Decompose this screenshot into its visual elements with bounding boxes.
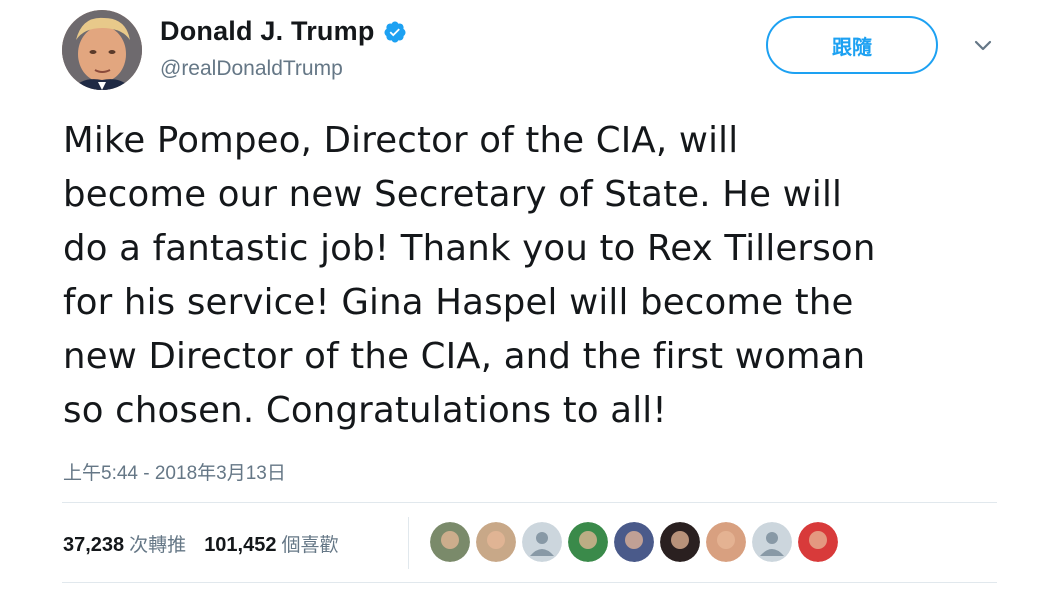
- tweet-stats: 37,238 次轉推 101,452 個喜歡: [63, 530, 357, 557]
- liker-avatar[interactable]: [660, 522, 700, 562]
- retweets-label[interactable]: 次轉推: [129, 530, 186, 557]
- tweet-text-line: new Director of the CIA, and the first w…: [63, 336, 866, 377]
- liker-avatar[interactable]: [568, 522, 608, 562]
- divider: [62, 582, 997, 583]
- author-name-row[interactable]: Donald J. Trump: [160, 16, 407, 47]
- author-avatar[interactable]: [62, 10, 142, 90]
- liker-avatar[interactable]: [798, 522, 838, 562]
- tweet-text: Mike Pompeo, Director of the CIA, will b…: [63, 114, 1023, 438]
- liker-avatar-default[interactable]: [752, 522, 792, 562]
- likes-count[interactable]: 101,452: [204, 534, 276, 557]
- liker-avatar[interactable]: [706, 522, 746, 562]
- tweet-text-line: do a fantastic job! Thank you to Rex Til…: [63, 228, 876, 269]
- author-display-name[interactable]: Donald J. Trump: [160, 16, 375, 47]
- liker-avatar[interactable]: [614, 522, 654, 562]
- divider: [62, 502, 997, 503]
- stats-separator: [408, 517, 409, 569]
- tweet-text-line: so chosen. Congratulations to all!: [63, 390, 667, 431]
- tweet-timestamp[interactable]: 上午5:44 - 2018年3月13日: [63, 458, 286, 485]
- verified-badge-icon: [384, 21, 406, 42]
- tweet-text-line: for his service! Gina Haspel will become…: [63, 282, 854, 323]
- liker-avatar[interactable]: [430, 522, 470, 562]
- author-handle[interactable]: @realDonaldTrump: [160, 57, 343, 81]
- tweet-text-line: become our new Secretary of State. He wi…: [63, 174, 843, 215]
- liker-avatar-default[interactable]: [522, 522, 562, 562]
- follow-button[interactable]: 跟隨: [766, 16, 938, 74]
- retweets-count[interactable]: 37,238: [63, 534, 124, 557]
- liker-avatar[interactable]: [476, 522, 516, 562]
- likes-label[interactable]: 個喜歡: [281, 530, 338, 557]
- chevron-down-icon[interactable]: [968, 34, 998, 58]
- liker-avatars: [430, 522, 844, 562]
- tweet-card: Donald J. Trump @realDonaldTrump 跟隨 Mike…: [0, 0, 1060, 596]
- tweet-text-line: Mike Pompeo, Director of the CIA, will: [63, 120, 739, 161]
